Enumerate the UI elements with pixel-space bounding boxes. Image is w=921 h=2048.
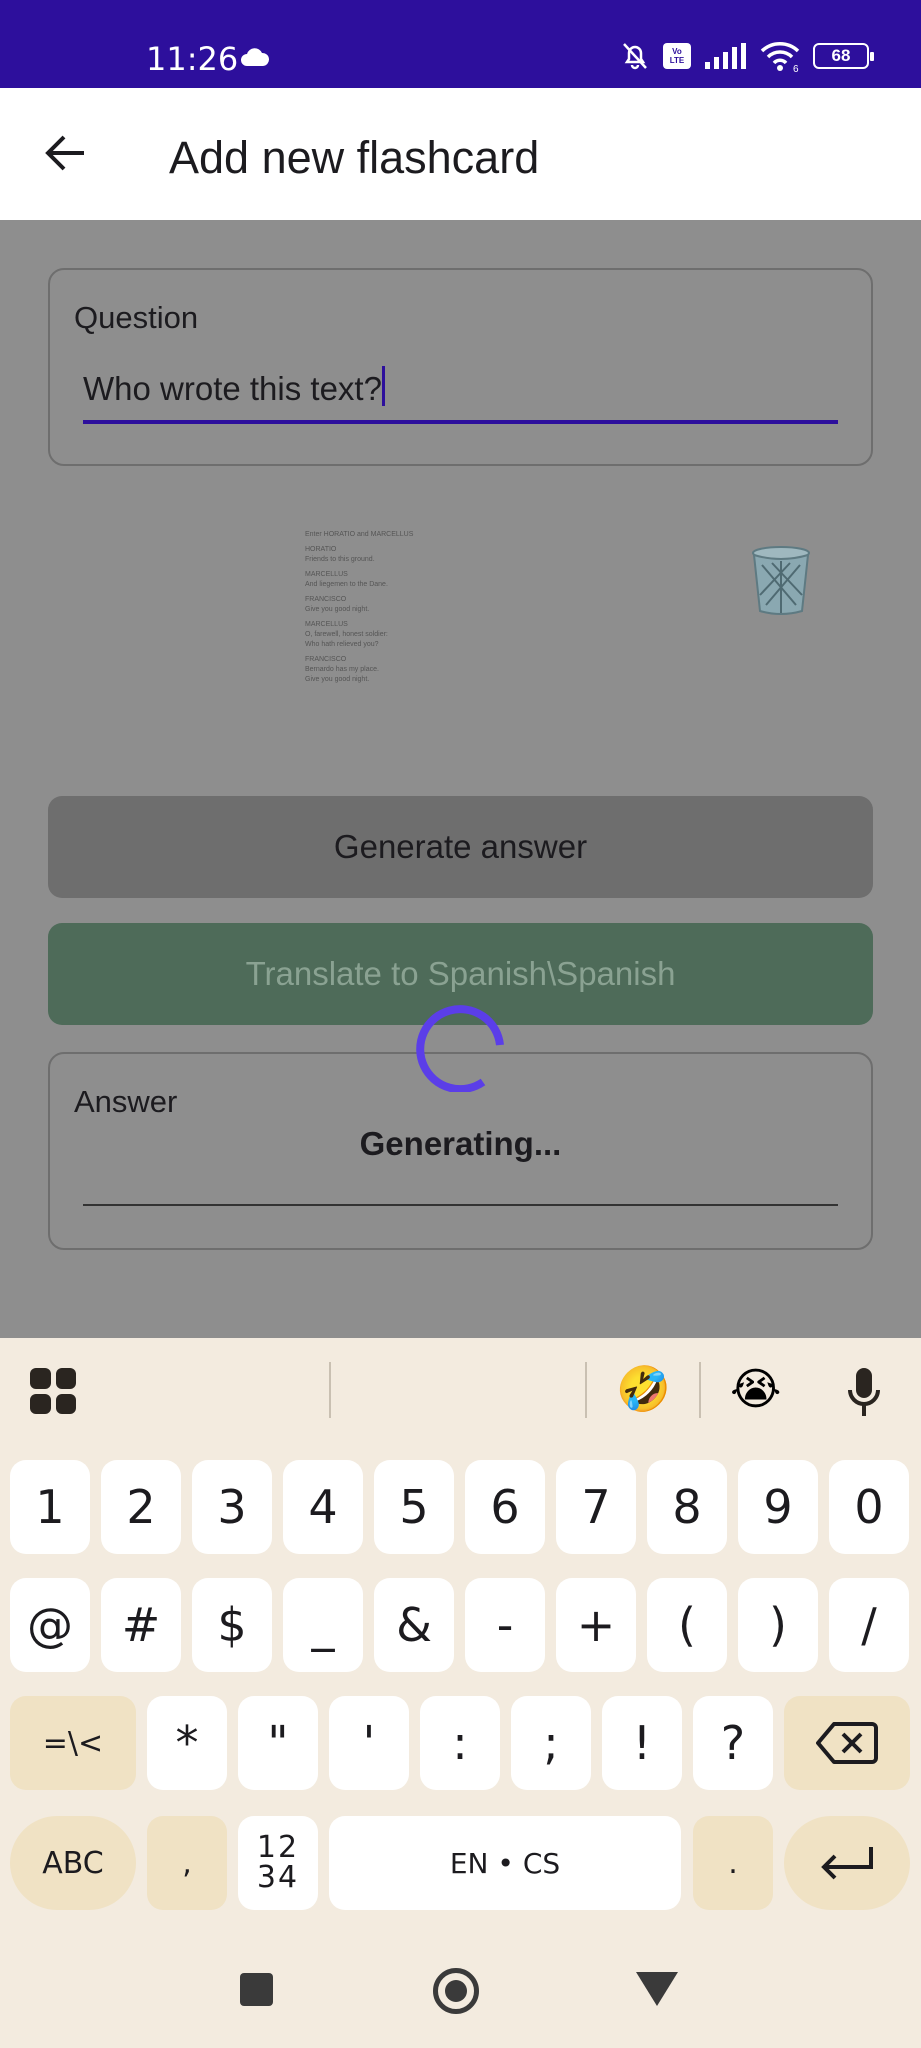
- key-underscore[interactable]: _: [283, 1578, 363, 1672]
- numpad-top: 12: [256, 1830, 300, 1865]
- question-text: Who wrote this text?: [83, 370, 382, 407]
- grid-icon[interactable]: [30, 1368, 76, 1414]
- key-5[interactable]: 5: [374, 1460, 454, 1554]
- volte-icon: Vo LTE: [663, 43, 691, 69]
- enter-icon: [821, 1847, 873, 1880]
- volte-line1: Vo: [672, 47, 682, 56]
- key-single-quote[interactable]: ': [329, 1696, 409, 1790]
- attachment-line: HORATIO: [305, 546, 337, 553]
- loading-text: Generating...: [359, 1125, 562, 1162]
- key-9[interactable]: 9: [738, 1460, 818, 1554]
- key-0[interactable]: 0: [829, 1460, 909, 1554]
- answer-underline: [83, 1204, 838, 1206]
- attachment-line: Give you good night.: [305, 676, 370, 683]
- key-8[interactable]: 8: [647, 1460, 727, 1554]
- recents-icon[interactable]: [240, 1973, 273, 2006]
- battery-icon: 68: [813, 43, 874, 69]
- status-icons: Vo LTE 6 68: [619, 40, 874, 72]
- battery-level: 68: [831, 46, 851, 65]
- answer-label: Answer: [74, 1084, 178, 1119]
- numpad-bottom: 34: [256, 1860, 300, 1895]
- attachment-line: MARCELLUS: [305, 571, 348, 578]
- status-bar: 11:26 Vo LTE 6 68: [0, 0, 921, 88]
- key-3[interactable]: 3: [192, 1460, 272, 1554]
- wifi-badge: 6: [793, 64, 799, 72]
- key-7[interactable]: 7: [556, 1460, 636, 1554]
- attachment-line: Friends to this ground.: [305, 556, 375, 563]
- text-caret: [381, 366, 385, 406]
- key-close-paren[interactable]: ): [738, 1578, 818, 1672]
- comma-key[interactable]: ,: [147, 1816, 227, 1910]
- enter-key[interactable]: [784, 1816, 910, 1910]
- cloud-icon: [241, 48, 270, 66]
- space-key[interactable]: EN • CS: [329, 1816, 681, 1910]
- key-plus[interactable]: +: [556, 1578, 636, 1672]
- key-double-quote[interactable]: ": [238, 1696, 318, 1790]
- toolbar-divider: [699, 1362, 701, 1418]
- numpad-key[interactable]: 12 34: [238, 1816, 318, 1910]
- attachment-line: And liegemen to the Dane.: [305, 581, 388, 588]
- app-bar: Add new flashcard: [0, 88, 921, 220]
- trash-can-icon[interactable]: [748, 545, 814, 617]
- question-field[interactable]: Question Who wrote this text?: [48, 268, 873, 466]
- toolbar-divider: [585, 1362, 587, 1418]
- key-6[interactable]: 6: [465, 1460, 545, 1554]
- wifi-icon: 6: [760, 42, 800, 72]
- navigation-bar: [0, 1938, 921, 2048]
- abc-key[interactable]: ABC: [10, 1816, 136, 1910]
- key-4[interactable]: 4: [283, 1460, 363, 1554]
- key-dollar[interactable]: $: [192, 1578, 272, 1672]
- attachment-line: Give you good night.: [305, 606, 370, 613]
- attachment-line: Who hath relieved you?: [305, 641, 379, 648]
- key-minus[interactable]: -: [465, 1578, 545, 1672]
- attachment-line: O, farewell, honest soldier:: [305, 631, 388, 638]
- toolbar-divider: [329, 1362, 331, 1418]
- backspace-key[interactable]: [784, 1696, 910, 1790]
- keyboard-toolbar: 🤣 😭: [0, 1338, 921, 1448]
- attached-image[interactable]: Enter HORATIO and MARCELLUS HORATIO Friend…: [305, 530, 455, 740]
- period-key[interactable]: .: [693, 1816, 773, 1910]
- page-title: Add new flashcard: [169, 132, 540, 183]
- emoji-suggestion[interactable]: 😭: [730, 1364, 781, 1416]
- backspace-icon: [816, 1722, 878, 1764]
- key-asterisk[interactable]: *: [147, 1696, 227, 1790]
- attachment-line: Enter HORATIO and MARCELLUS: [305, 531, 414, 538]
- question-underline: [83, 420, 838, 424]
- attachment-line: FRANCISCO: [305, 656, 347, 663]
- key-semicolon[interactable]: ;: [511, 1696, 591, 1790]
- attachment-line: FRANCISCO: [305, 596, 347, 603]
- mute-bell-icon: [623, 43, 647, 70]
- question-input[interactable]: Who wrote this text?: [83, 366, 385, 408]
- back-triangle-icon[interactable]: [636, 1972, 678, 2006]
- status-time: 11:26: [146, 40, 239, 78]
- key-slash[interactable]: /: [829, 1578, 909, 1672]
- emoji-suggestion[interactable]: 🤣: [616, 1364, 671, 1416]
- main-content: Question Who wrote this text? Enter HORA…: [0, 220, 921, 1338]
- key-1[interactable]: 1: [10, 1460, 90, 1554]
- volte-line2: LTE: [669, 56, 685, 65]
- key-ampersand[interactable]: &: [374, 1578, 454, 1672]
- loading-spinner: [416, 1005, 504, 1092]
- key-question[interactable]: ?: [693, 1696, 773, 1790]
- home-icon[interactable]: [433, 1968, 479, 2014]
- key-open-paren[interactable]: (: [647, 1578, 727, 1672]
- key-hash[interactable]: #: [101, 1578, 181, 1672]
- attachment-line: MARCELLUS: [305, 621, 348, 628]
- key-2[interactable]: 2: [101, 1460, 181, 1554]
- key-colon[interactable]: :: [420, 1696, 500, 1790]
- microphone-icon[interactable]: [846, 1366, 882, 1418]
- generate-answer-button[interactable]: Generate answer: [48, 796, 873, 898]
- signal-icon: [705, 43, 746, 69]
- key-more-symbols[interactable]: =\<: [10, 1696, 136, 1790]
- attachment-line: Bernardo has my place.: [305, 666, 379, 673]
- question-label: Question: [74, 300, 199, 335]
- key-exclamation[interactable]: !: [602, 1696, 682, 1790]
- back-arrow-icon[interactable]: [40, 128, 90, 178]
- key-at[interactable]: @: [10, 1578, 90, 1672]
